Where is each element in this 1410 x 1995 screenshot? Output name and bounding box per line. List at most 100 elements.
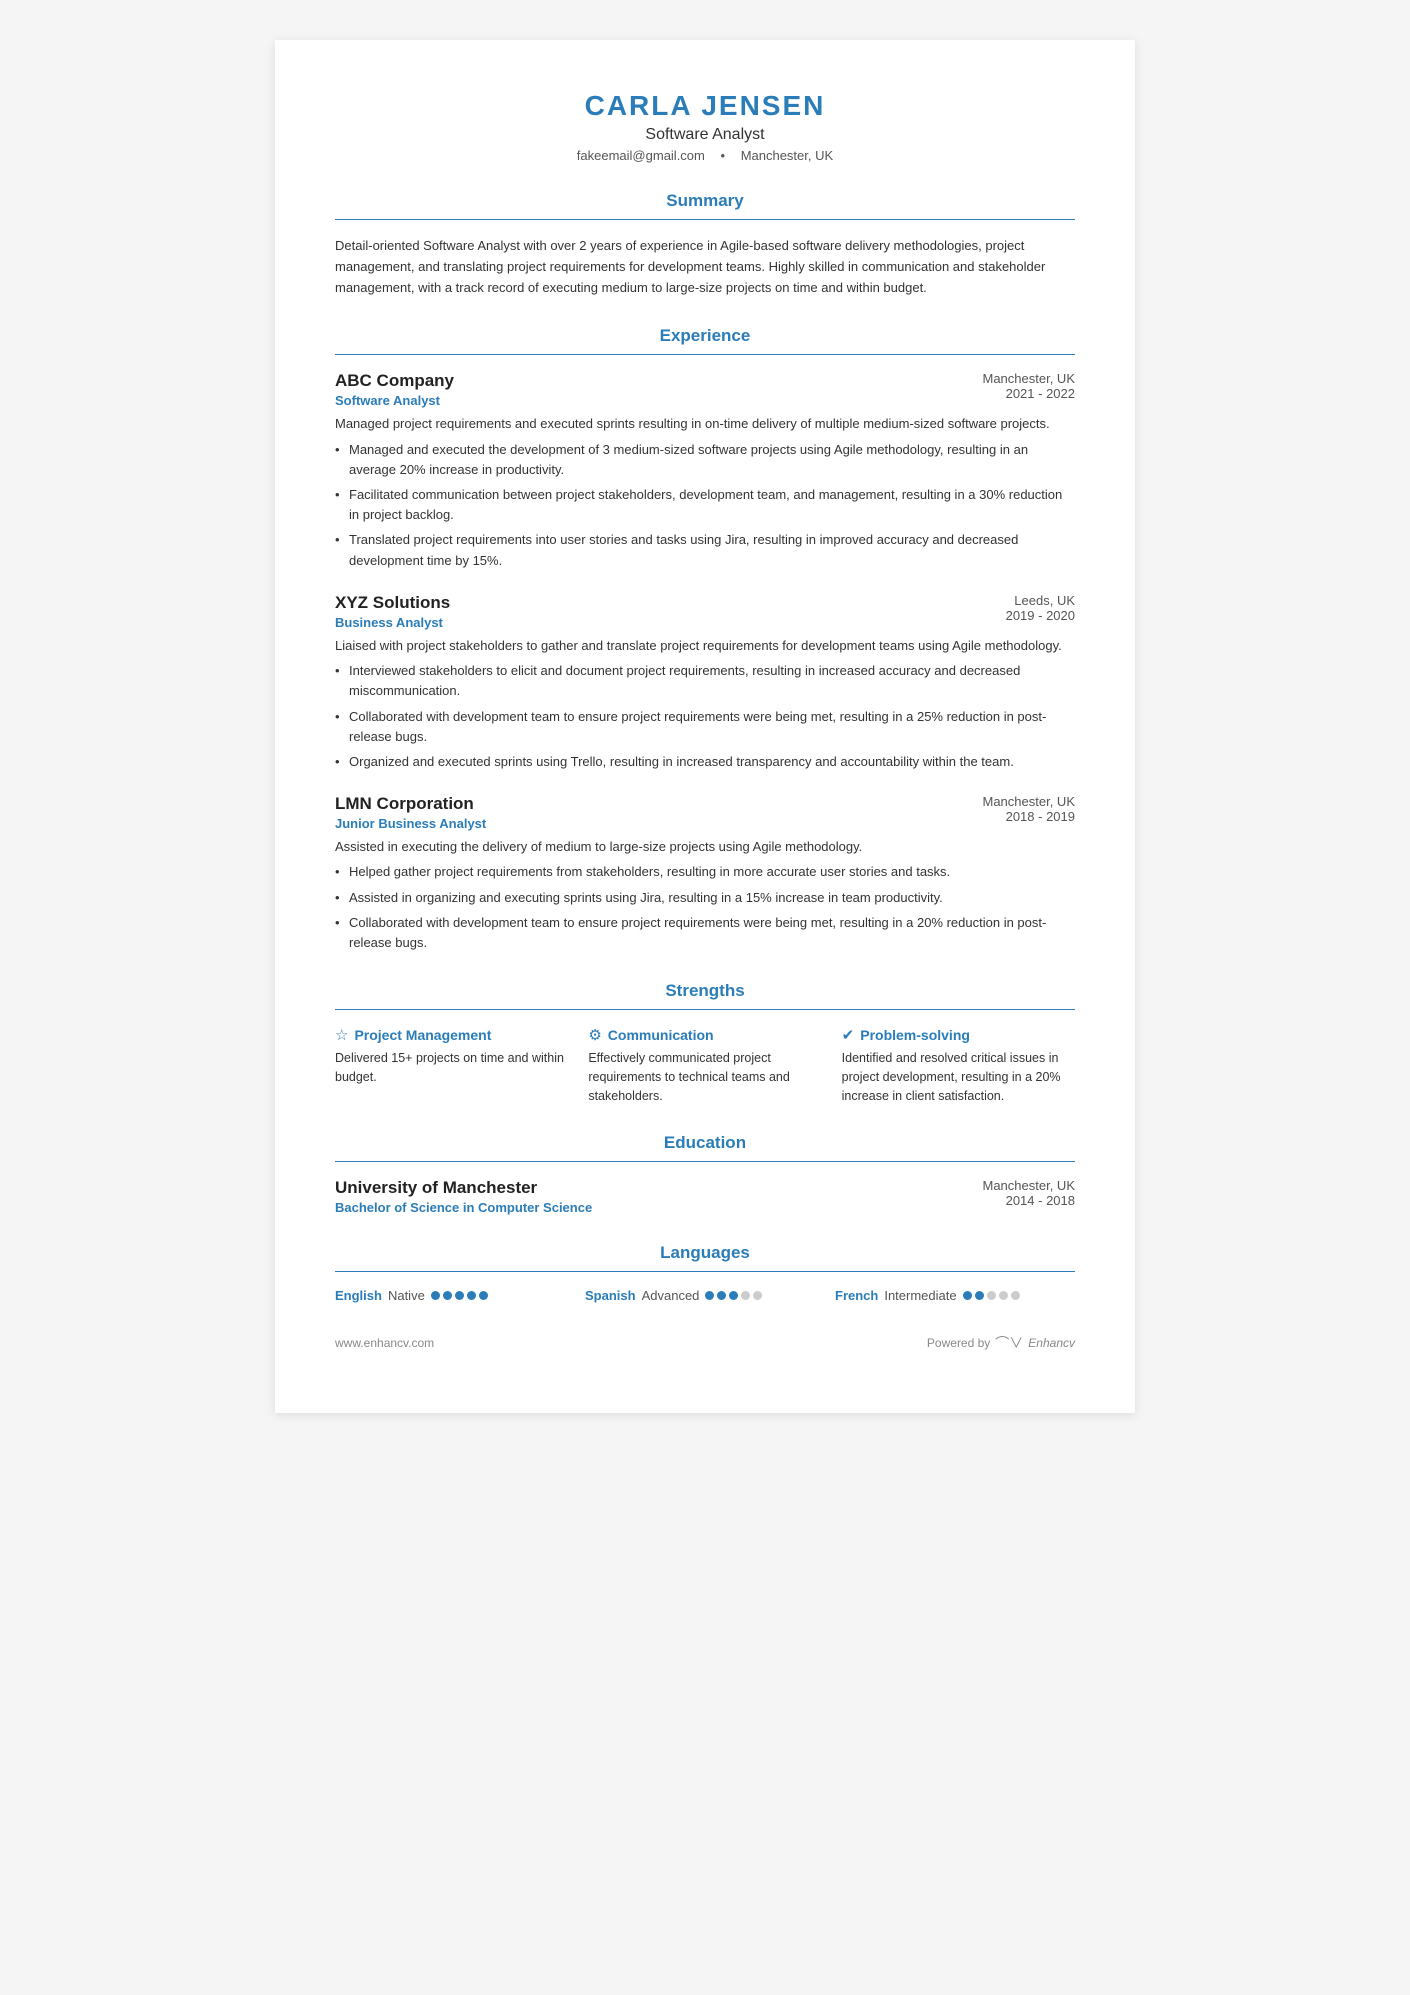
- enhancv-logo-icon: ⌒∨: [995, 1333, 1023, 1353]
- lang-dot-1-2: [729, 1291, 738, 1300]
- exp-header-2: LMN CorporationJunior Business AnalystMa…: [335, 794, 1075, 831]
- exp-dates-1: 2019 - 2020: [1006, 608, 1075, 623]
- strength-title-2: Problem-solving: [860, 1027, 970, 1043]
- exp-left-1: XYZ SolutionsBusiness Analyst: [335, 593, 450, 630]
- exp-header-1: XYZ SolutionsBusiness Analyst Leeds, UK20…: [335, 593, 1075, 630]
- lang-level-0: Native: [388, 1288, 425, 1303]
- footer: www.enhancv.com Powered by ⌒∨ Enhancv: [335, 1333, 1075, 1353]
- education-header: University of Manchester Bachelor of Sci…: [335, 1178, 1075, 1215]
- summary-title: Summary: [335, 191, 1075, 211]
- footer-right: Powered by ⌒∨ Enhancv: [927, 1333, 1075, 1353]
- education-left: University of Manchester Bachelor of Sci…: [335, 1178, 592, 1215]
- education-degree: Bachelor of Science in Computer Science: [335, 1200, 592, 1215]
- lang-dot-2-3: [999, 1291, 1008, 1300]
- experience-item-1: XYZ SolutionsBusiness Analyst Leeds, UK20…: [335, 593, 1075, 772]
- exp-bullet-0-1: Facilitated communication between projec…: [335, 485, 1075, 525]
- education-right: Manchester, UK 2014 - 2018: [983, 1178, 1076, 1215]
- strength-desc-1: Effectively communicated project require…: [588, 1049, 821, 1105]
- exp-bullet-1-2: Organized and executed sprints using Tre…: [335, 752, 1075, 772]
- languages-grid: English Native Spanish Advanced FrenchInterm…: [335, 1288, 1075, 1303]
- exp-location-2: Manchester, UK: [983, 794, 1076, 809]
- languages-divider: [335, 1271, 1075, 1272]
- lang-dots-0: [431, 1291, 488, 1300]
- languages-title: Languages: [335, 1243, 1075, 1263]
- strength-header-1: ⚙ Communication: [588, 1026, 821, 1044]
- exp-role-2: Junior Business Analyst: [335, 816, 486, 831]
- lang-dot-1-4: [753, 1291, 762, 1300]
- education-school: University of Manchester: [335, 1178, 592, 1198]
- lang-level-1: Advanced: [642, 1288, 700, 1303]
- strength-header-0: ☆ Project Management: [335, 1026, 568, 1044]
- exp-role-1: Business Analyst: [335, 615, 450, 630]
- experience-divider: [335, 354, 1075, 355]
- education-section: Education University of Manchester Bache…: [335, 1133, 1075, 1215]
- strength-title-1: Communication: [608, 1027, 714, 1043]
- lang-name-1: Spanish: [585, 1288, 636, 1303]
- language-item-2: FrenchIntermediate: [835, 1288, 1075, 1303]
- exp-summary-0: Managed project requirements and execute…: [335, 414, 1075, 434]
- lang-dot-0-1: [443, 1291, 452, 1300]
- strength-icon-2: ✔: [842, 1026, 855, 1044]
- lang-name-2: French: [835, 1288, 878, 1303]
- footer-brand: Enhancv: [1028, 1336, 1075, 1350]
- exp-dates-0: 2021 - 2022: [983, 386, 1076, 401]
- education-divider: [335, 1161, 1075, 1162]
- lang-dot-0-2: [455, 1291, 464, 1300]
- strength-header-2: ✔ Problem-solving: [842, 1026, 1075, 1044]
- education-location: Manchester, UK: [983, 1178, 1076, 1193]
- exp-bullet-2-2: Collaborated with development team to en…: [335, 913, 1075, 953]
- exp-dates-2: 2018 - 2019: [983, 809, 1076, 824]
- summary-divider: [335, 219, 1075, 220]
- exp-bullet-0-0: Managed and executed the development of …: [335, 440, 1075, 480]
- lang-dots-2: [963, 1291, 1020, 1300]
- header-contact: fakeemail@gmail.com • Manchester, UK: [335, 148, 1075, 163]
- exp-header-0: ABC CompanySoftware Analyst Manchester, U…: [335, 371, 1075, 408]
- education-dates: 2014 - 2018: [983, 1193, 1076, 1208]
- language-item-1: Spanish Advanced: [585, 1288, 825, 1303]
- header-location: Manchester, UK: [741, 148, 834, 163]
- lang-dot-1-3: [741, 1291, 750, 1300]
- lang-dot-1-0: [705, 1291, 714, 1300]
- education-title: Education: [335, 1133, 1075, 1153]
- experience-item-0: ABC CompanySoftware Analyst Manchester, U…: [335, 371, 1075, 570]
- strength-icon-1: ⚙: [588, 1026, 601, 1044]
- strength-item-0: ☆ Project Management Delivered 15+ project…: [335, 1026, 568, 1105]
- experience-section: Experience ABC CompanySoftware AnalystMa…: [335, 326, 1075, 953]
- header-email: fakeemail@gmail.com: [577, 148, 705, 163]
- exp-location-1: Leeds, UK: [1006, 593, 1075, 608]
- strengths-title: Strengths: [335, 981, 1075, 1001]
- lang-dot-0-3: [467, 1291, 476, 1300]
- header-separator: •: [721, 148, 726, 163]
- lang-name-0: English: [335, 1288, 382, 1303]
- footer-powered-label: Powered by: [927, 1336, 990, 1350]
- exp-location-0: Manchester, UK: [983, 371, 1076, 386]
- lang-dot-0-4: [479, 1291, 488, 1300]
- strength-title-0: Project Management: [354, 1027, 491, 1043]
- lang-dot-0-0: [431, 1291, 440, 1300]
- exp-role-0: Software Analyst: [335, 393, 454, 408]
- exp-bullets-2: Helped gather project requirements from …: [335, 862, 1075, 953]
- resume-container: CARLA JENSEN Software Analyst fakeemail@…: [275, 40, 1135, 1413]
- strength-desc-0: Delivered 15+ projects on time and withi…: [335, 1049, 568, 1087]
- exp-left-0: ABC CompanySoftware Analyst: [335, 371, 454, 408]
- strength-desc-2: Identified and resolved critical issues …: [842, 1049, 1075, 1105]
- exp-bullet-2-1: Assisted in organizing and executing spr…: [335, 888, 1075, 908]
- lang-dot-1-1: [717, 1291, 726, 1300]
- lang-dot-2-0: [963, 1291, 972, 1300]
- experience-item-2: LMN CorporationJunior Business AnalystMa…: [335, 794, 1075, 953]
- languages-section: Languages English Native Spanish Advanced Fr…: [335, 1243, 1075, 1303]
- exp-summary-1: Liaised with project stakeholders to gat…: [335, 636, 1075, 656]
- strength-icon-0: ☆: [335, 1026, 348, 1044]
- strength-item-1: ⚙ Communication Effectively communicated p…: [588, 1026, 821, 1105]
- strength-item-2: ✔ Problem-solving Identified and resolved …: [842, 1026, 1075, 1105]
- header-name: CARLA JENSEN: [335, 90, 1075, 122]
- header: CARLA JENSEN Software Analyst fakeemail@…: [335, 90, 1075, 163]
- footer-left: www.enhancv.com: [335, 1336, 434, 1350]
- lang-dot-2-1: [975, 1291, 984, 1300]
- strengths-grid: ☆ Project Management Delivered 15+ project…: [335, 1026, 1075, 1105]
- header-title: Software Analyst: [335, 126, 1075, 144]
- experience-items: ABC CompanySoftware Analyst Manchester, U…: [335, 371, 1075, 953]
- summary-section: Summary Detail-oriented Software Analyst…: [335, 191, 1075, 298]
- lang-dot-2-4: [1011, 1291, 1020, 1300]
- exp-right-2: Manchester, UK2018 - 2019: [983, 794, 1076, 824]
